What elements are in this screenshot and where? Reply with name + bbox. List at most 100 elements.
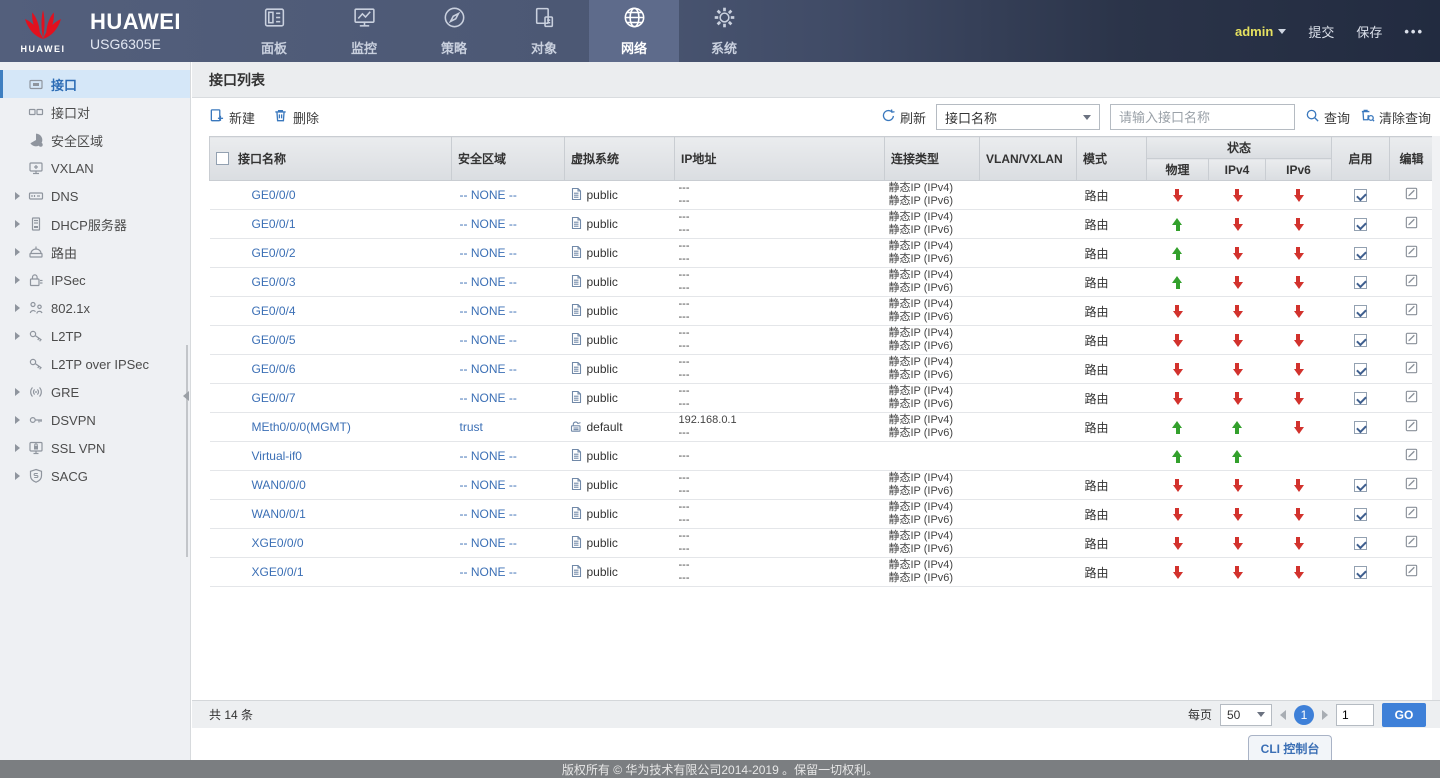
table-scrollbar-track[interactable] bbox=[1432, 136, 1440, 700]
edit-icon[interactable] bbox=[1404, 447, 1419, 462]
enable-checkbox[interactable] bbox=[1354, 566, 1367, 579]
top-menu-item-4[interactable]: 对象 bbox=[499, 0, 589, 62]
previous-page-button[interactable] bbox=[1280, 710, 1286, 720]
security-zone-link[interactable]: -- NONE -- bbox=[460, 333, 517, 347]
edit-icon[interactable] bbox=[1404, 244, 1419, 259]
edit-icon[interactable] bbox=[1404, 563, 1419, 578]
save-button[interactable]: 保存 bbox=[1356, 22, 1382, 41]
edit-icon[interactable] bbox=[1404, 476, 1419, 491]
security-zone-link[interactable]: -- NONE -- bbox=[460, 507, 517, 521]
interface-name-link[interactable]: XGE0/0/0 bbox=[252, 536, 304, 550]
enable-checkbox[interactable] bbox=[1354, 479, 1367, 492]
sidebar-item-route[interactable]: 路由 bbox=[0, 238, 190, 266]
sidebar-item-l2tp[interactable]: L2TP bbox=[0, 322, 190, 350]
edit-icon[interactable] bbox=[1404, 505, 1419, 520]
user-menu[interactable]: admin bbox=[1235, 24, 1286, 39]
edit-icon[interactable] bbox=[1404, 360, 1419, 375]
more-menu-button[interactable]: ••• bbox=[1404, 24, 1424, 39]
edit-icon[interactable] bbox=[1404, 389, 1419, 404]
top-menu-item-1[interactable]: 面板 bbox=[229, 0, 319, 62]
enable-checkbox[interactable] bbox=[1354, 392, 1367, 405]
interface-name-link[interactable]: GE0/0/0 bbox=[252, 188, 296, 202]
security-zone-link[interactable]: -- NONE -- bbox=[460, 246, 517, 260]
security-zone-link[interactable]: -- NONE -- bbox=[460, 536, 517, 550]
security-zone-link[interactable]: -- NONE -- bbox=[460, 217, 517, 231]
interface-name-link[interactable]: GE0/0/4 bbox=[252, 304, 296, 318]
per-page-select[interactable]: 50 bbox=[1220, 704, 1272, 726]
enable-checkbox[interactable] bbox=[1354, 218, 1367, 231]
sidebar-item-security-zone[interactable]: 安全区域 bbox=[0, 126, 190, 154]
enable-checkbox[interactable] bbox=[1354, 305, 1367, 318]
clear-query-button[interactable]: 清除查询 bbox=[1360, 108, 1431, 127]
search-input[interactable] bbox=[1110, 104, 1295, 130]
expand-arrow-icon[interactable] bbox=[15, 220, 20, 228]
current-page-button[interactable]: 1 bbox=[1294, 705, 1314, 725]
enable-checkbox[interactable] bbox=[1354, 363, 1367, 376]
interface-name-link[interactable]: GE0/0/6 bbox=[252, 362, 296, 376]
sidebar-item-l2tp-ipsec[interactable]: L2TP over IPSec bbox=[0, 350, 190, 378]
security-zone-link[interactable]: -- NONE -- bbox=[460, 275, 517, 289]
interface-name-link[interactable]: GE0/0/7 bbox=[252, 391, 296, 405]
sidebar-collapse-handle[interactable] bbox=[183, 391, 189, 401]
sidebar-item-ipsec[interactable]: IPSec bbox=[0, 266, 190, 294]
interface-name-link[interactable]: GE0/0/1 bbox=[252, 217, 296, 231]
enable-checkbox[interactable] bbox=[1354, 189, 1367, 202]
enable-checkbox[interactable] bbox=[1354, 334, 1367, 347]
security-zone-link[interactable]: -- NONE -- bbox=[460, 449, 517, 463]
top-menu-item-6[interactable]: 系统 bbox=[679, 0, 769, 62]
sidebar-item-dns[interactable]: DNS bbox=[0, 182, 190, 210]
top-menu-item-5[interactable]: 网络 bbox=[589, 0, 679, 62]
new-button[interactable]: 新建 bbox=[209, 108, 255, 127]
expand-arrow-icon[interactable] bbox=[15, 248, 20, 256]
enable-checkbox[interactable] bbox=[1354, 508, 1367, 521]
interface-name-link[interactable]: Virtual-if0 bbox=[252, 449, 302, 463]
delete-button[interactable]: 删除 bbox=[273, 108, 319, 127]
interface-name-link[interactable]: WAN0/0/0 bbox=[252, 478, 306, 492]
goto-page-input[interactable] bbox=[1336, 704, 1374, 726]
edit-icon[interactable] bbox=[1404, 331, 1419, 346]
sidebar-item-dot1x[interactable]: 802.1x bbox=[0, 294, 190, 322]
expand-arrow-icon[interactable] bbox=[15, 192, 20, 200]
expand-arrow-icon[interactable] bbox=[15, 332, 20, 340]
next-page-button[interactable] bbox=[1322, 710, 1328, 720]
interface-name-link[interactable]: GE0/0/3 bbox=[252, 275, 296, 289]
query-button[interactable]: 查询 bbox=[1305, 108, 1350, 127]
expand-arrow-icon[interactable] bbox=[15, 444, 20, 452]
interface-name-link[interactable]: GE0/0/2 bbox=[252, 246, 296, 260]
edit-icon[interactable] bbox=[1404, 534, 1419, 549]
interface-name-link[interactable]: MEth0/0/0(MGMT) bbox=[252, 420, 351, 434]
expand-arrow-icon[interactable] bbox=[15, 416, 20, 424]
top-menu-item-2[interactable]: 监控 bbox=[319, 0, 409, 62]
expand-arrow-icon[interactable] bbox=[15, 388, 20, 396]
enable-checkbox[interactable] bbox=[1354, 421, 1367, 434]
sidebar-item-interface[interactable]: 接口 bbox=[0, 70, 190, 98]
sidebar-item-sacg[interactable]: SACG bbox=[0, 462, 190, 490]
enable-checkbox[interactable] bbox=[1354, 247, 1367, 260]
enable-checkbox[interactable] bbox=[1354, 276, 1367, 289]
filter-field-select[interactable]: 接口名称 bbox=[936, 104, 1100, 130]
edit-icon[interactable] bbox=[1404, 418, 1419, 433]
security-zone-link[interactable]: -- NONE -- bbox=[460, 188, 517, 202]
enable-checkbox[interactable] bbox=[1354, 537, 1367, 550]
expand-arrow-icon[interactable] bbox=[15, 276, 20, 284]
security-zone-link[interactable]: -- NONE -- bbox=[460, 362, 517, 376]
top-menu-item-3[interactable]: 策略 bbox=[409, 0, 499, 62]
go-button[interactable]: GO bbox=[1382, 703, 1426, 727]
security-zone-link[interactable]: -- NONE -- bbox=[460, 565, 517, 579]
sidebar-item-ssl-vpn[interactable]: SSL VPN bbox=[0, 434, 190, 462]
submit-button[interactable]: 提交 bbox=[1308, 22, 1334, 41]
sidebar-item-dhcp-server[interactable]: DHCP服务器 bbox=[0, 210, 190, 238]
interface-name-link[interactable]: WAN0/0/1 bbox=[252, 507, 306, 521]
select-all-checkbox[interactable] bbox=[216, 152, 229, 165]
sidebar-scrollbar[interactable] bbox=[186, 345, 188, 557]
expand-arrow-icon[interactable] bbox=[15, 304, 20, 312]
security-zone-link[interactable]: -- NONE -- bbox=[460, 391, 517, 405]
interface-name-link[interactable]: GE0/0/5 bbox=[252, 333, 296, 347]
refresh-button[interactable]: 刷新 bbox=[881, 108, 926, 127]
edit-icon[interactable] bbox=[1404, 215, 1419, 230]
sidebar-item-dsvpn[interactable]: DSVPN bbox=[0, 406, 190, 434]
security-zone-link[interactable]: -- NONE -- bbox=[460, 478, 517, 492]
security-zone-link[interactable]: trust bbox=[460, 420, 483, 434]
interface-name-link[interactable]: XGE0/0/1 bbox=[252, 565, 304, 579]
edit-icon[interactable] bbox=[1404, 186, 1419, 201]
